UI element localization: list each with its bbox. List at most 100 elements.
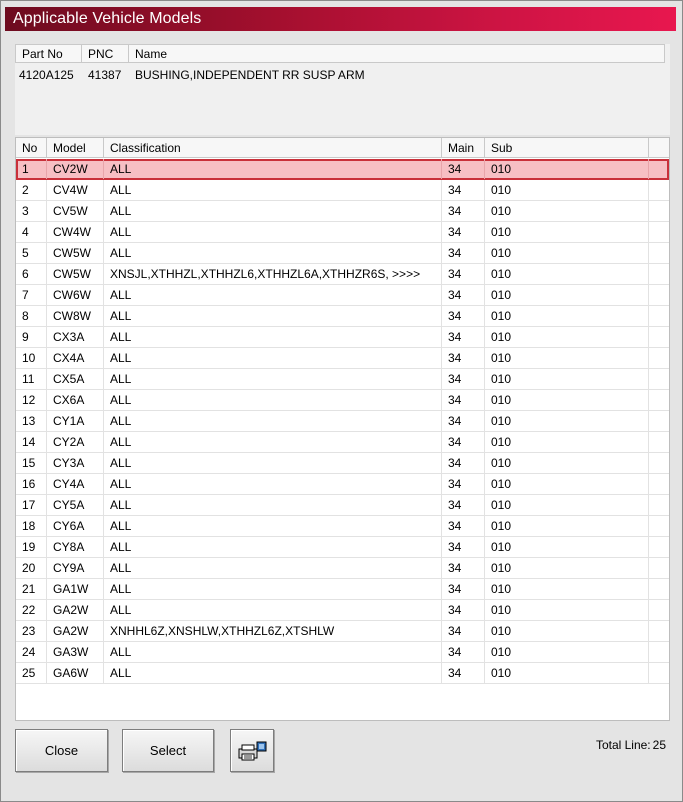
cell-no: 12 (16, 390, 47, 410)
cell-classification: ALL (104, 327, 442, 347)
close-button[interactable]: Close (15, 729, 108, 772)
cell-sub: 010 (485, 327, 649, 347)
cell-classification: ALL (104, 516, 442, 536)
window-title: Applicable Vehicle Models (13, 10, 202, 27)
cell-spacer (649, 180, 669, 200)
cell-classification: ALL (104, 453, 442, 473)
cell-classification: ALL (104, 642, 442, 662)
table-row[interactable]: 25 GA6W ALL 34 010 (16, 663, 669, 684)
table-row[interactable]: 5 CW5W ALL 34 010 (16, 243, 669, 264)
table-row[interactable]: 2 CV4W ALL 34 010 (16, 180, 669, 201)
cell-no: 7 (16, 285, 47, 305)
printer-icon (238, 741, 267, 761)
cell-no: 18 (16, 516, 47, 536)
table-row[interactable]: 12 CX6A ALL 34 010 (16, 390, 669, 411)
cell-model: GA2W (47, 621, 104, 641)
total-line-value: 25 (652, 738, 666, 752)
cell-no: 1 (16, 159, 47, 179)
table-row[interactable]: 11 CX5A ALL 34 010 (16, 369, 669, 390)
header-part-no[interactable]: Part No (16, 45, 82, 63)
cell-sub: 010 (485, 306, 649, 326)
header-name[interactable]: Name (129, 45, 666, 63)
list-header: No Model Classification Main Sub (16, 138, 669, 158)
cell-classification: ALL (104, 579, 442, 599)
cell-no: 4 (16, 222, 47, 242)
table-row[interactable]: 13 CY1A ALL 34 010 (16, 411, 669, 432)
cell-classification: ALL (104, 600, 442, 620)
table-row[interactable]: 14 CY2A ALL 34 010 (16, 432, 669, 453)
print-button[interactable] (230, 729, 274, 772)
cell-no: 14 (16, 432, 47, 452)
table-row[interactable]: 8 CW8W ALL 34 010 (16, 306, 669, 327)
cell-model: CV2W (47, 159, 104, 179)
cell-main: 34 (442, 264, 485, 284)
cell-sub: 010 (485, 285, 649, 305)
cell-classification: ALL (104, 390, 442, 410)
cell-model: CW6W (47, 285, 104, 305)
table-row[interactable]: 17 CY5A ALL 34 010 (16, 495, 669, 516)
cell-no: 22 (16, 600, 47, 620)
cell-no: 25 (16, 663, 47, 683)
cell-classification: ALL (104, 243, 442, 263)
header-main[interactable]: Main (442, 138, 485, 158)
part-info-row[interactable]: 4120A125 41387 BUSHING,INDEPENDENT RR SU… (15, 68, 665, 84)
cell-no: 24 (16, 642, 47, 662)
cell-sub: 010 (485, 222, 649, 242)
header-model[interactable]: Model (47, 138, 104, 158)
cell-model: CY8A (47, 537, 104, 557)
table-row[interactable]: 22 GA2W ALL 34 010 (16, 600, 669, 621)
table-row[interactable]: 23 GA2W XNHHL6Z,XNSHLW,XTHHZL6Z,XTSHLW 34 01… (16, 621, 669, 642)
cell-spacer (649, 495, 669, 515)
table-row[interactable]: 7 CW6W ALL 34 010 (16, 285, 669, 306)
cell-no: 8 (16, 306, 47, 326)
cell-spacer (649, 327, 669, 347)
cell-no: 10 (16, 348, 47, 368)
table-row[interactable]: 15 CY3A ALL 34 010 (16, 453, 669, 474)
cell-model: CX5A (47, 369, 104, 389)
table-row[interactable]: 1 CV2W ALL 34 010 (16, 159, 669, 180)
cell-sub: 010 (485, 600, 649, 620)
table-row[interactable]: 9 CX3A ALL 34 010 (16, 327, 669, 348)
vehicle-models-list[interactable]: No Model Classification Main Sub 1 CV2W AL… (15, 137, 670, 721)
table-row[interactable]: 21 GA1W ALL 34 010 (16, 579, 669, 600)
cell-spacer (649, 453, 669, 473)
header-classification[interactable]: Classification (104, 138, 442, 158)
table-row[interactable]: 20 CY9A ALL 34 010 (16, 558, 669, 579)
header-spacer (649, 138, 669, 158)
table-row[interactable]: 24 GA3W ALL 34 010 (16, 642, 669, 663)
cell-model: CW8W (47, 306, 104, 326)
cell-spacer (649, 663, 669, 683)
cell-main: 34 (442, 516, 485, 536)
cell-no: 19 (16, 537, 47, 557)
title-bar[interactable]: Applicable Vehicle Models (5, 7, 676, 31)
cell-classification: XNHHL6Z,XNSHLW,XTHHZL6Z,XTSHLW (104, 621, 442, 641)
cell-sub: 010 (485, 264, 649, 284)
cell-model: CX3A (47, 327, 104, 347)
header-sub[interactable]: Sub (485, 138, 649, 158)
table-row[interactable]: 19 CY8A ALL 34 010 (16, 537, 669, 558)
cell-spacer (649, 222, 669, 242)
table-row[interactable]: 4 CW4W ALL 34 010 (16, 222, 669, 243)
cell-no: 13 (16, 411, 47, 431)
cell-sub: 010 (485, 495, 649, 515)
cell-model: GA3W (47, 642, 104, 662)
cell-model: GA1W (47, 579, 104, 599)
header-pnc[interactable]: PNC (82, 45, 129, 63)
part-name-value: BUSHING,INDEPENDENT RR SUSP ARM (135, 68, 365, 82)
cell-model: CY6A (47, 516, 104, 536)
select-button[interactable]: Select (122, 729, 214, 772)
cell-sub: 010 (485, 180, 649, 200)
cell-classification: ALL (104, 474, 442, 494)
table-row[interactable]: 3 CV5W ALL 34 010 (16, 201, 669, 222)
total-line-label: Total Line: (595, 738, 651, 752)
table-row[interactable]: 16 CY4A ALL 34 010 (16, 474, 669, 495)
table-row[interactable]: 6 CW5W XNSJL,XTHHZL,XTHHZL6,XTHHZL6A,XTHHZ… (16, 264, 669, 285)
part-info-panel: Part No PNC Name 4120A125 41387 BUSHING,… (15, 44, 670, 135)
cell-model: CV4W (47, 180, 104, 200)
part-no-value: 4120A125 (19, 68, 74, 82)
header-no[interactable]: No (16, 138, 47, 158)
cell-sub: 010 (485, 201, 649, 221)
table-row[interactable]: 10 CX4A ALL 34 010 (16, 348, 669, 369)
cell-model: CV5W (47, 201, 104, 221)
table-row[interactable]: 18 CY6A ALL 34 010 (16, 516, 669, 537)
